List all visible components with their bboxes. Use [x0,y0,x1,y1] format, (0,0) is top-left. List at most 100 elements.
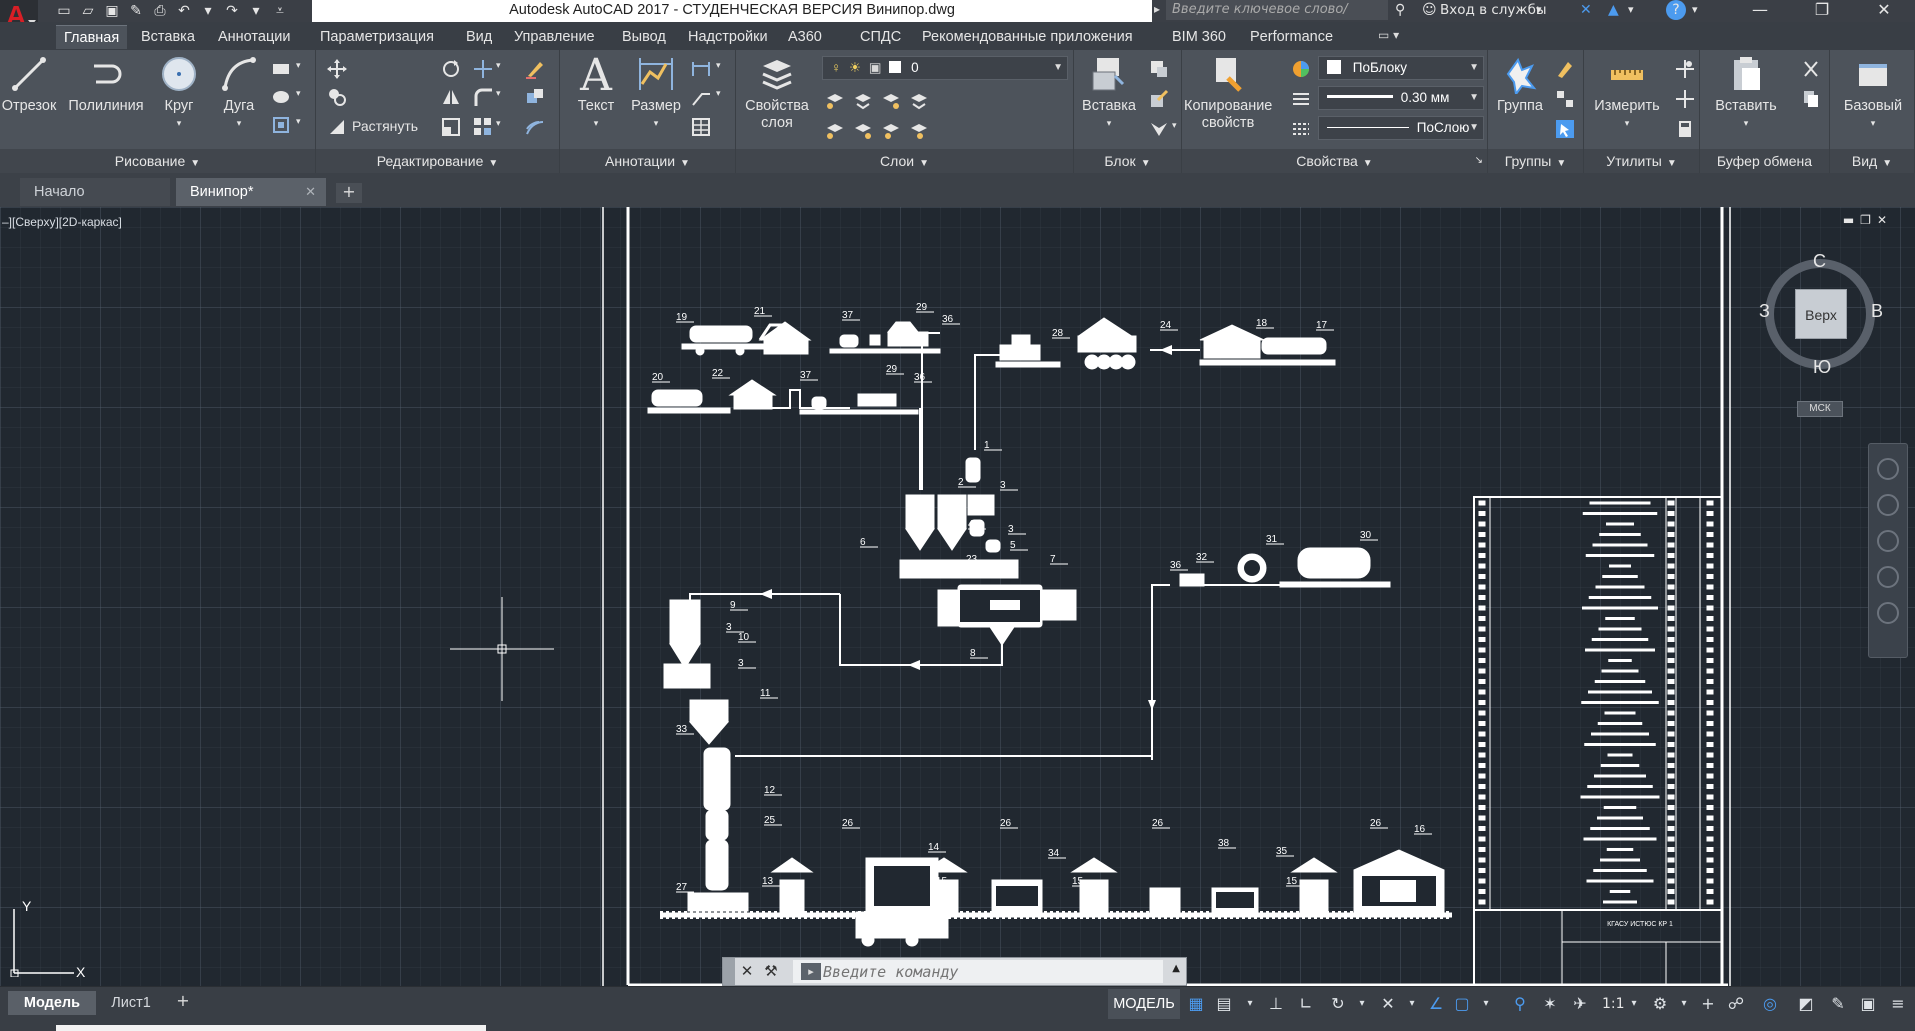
undo-dropdown-icon[interactable]: ▾ [198,1,218,21]
group-select-icon[interactable] [1554,118,1576,140]
ribbon-tab-11[interactable]: BIM 360 [1164,25,1234,49]
lineweight-toggle-icon[interactable]: ∠ [1424,993,1448,1015]
layer-freeze-icon[interactable] [852,90,874,112]
a360-icon[interactable]: ▲ [1608,0,1619,22]
measure-dropdown-icon[interactable]: ▾ [1588,115,1666,132]
viewport-restore-icon[interactable]: ❐ [1860,213,1877,227]
edit-attributes-icon[interactable] [1148,118,1170,140]
close-window-button[interactable]: ✕ [1864,0,1904,22]
fillet-icon[interactable] [472,86,494,108]
print-icon[interactable]: ⎙ [150,1,170,21]
stretch-button[interactable]: Растянуть [352,118,418,134]
viewcube-top-face[interactable]: Верх [1795,289,1847,339]
explode-icon[interactable] [524,86,546,108]
copy-clip-icon[interactable] [1800,88,1822,110]
compass-west-label[interactable]: З [1759,301,1770,322]
command-input[interactable] [793,960,1163,983]
rotate-icon[interactable] [440,58,462,80]
panel-annotation-title[interactable]: Аннотации ▼ [560,149,735,173]
properties-launcher-icon[interactable]: ↘ [1475,149,1483,173]
mirror-icon[interactable] [440,86,462,108]
polar-icon[interactable]: ↻ [1326,993,1350,1015]
move-icon[interactable] [326,58,348,80]
ribbon-tab-10[interactable]: Рекомендованные приложения [914,25,1141,49]
lineweight-icon[interactable] [1290,88,1312,110]
panel-block-title[interactable]: Блок ▼ [1074,149,1181,173]
workspace-dropdown-icon[interactable]: ▾ [1672,993,1696,1015]
open-folder-icon[interactable]: ▱ [78,1,98,21]
ribbon-tab-1[interactable]: Вставка [133,25,203,49]
ribbon-tab-7[interactable]: Надстройки [680,25,776,49]
text-dropdown-icon[interactable]: ▾ [568,115,624,132]
horizontal-scrollbar[interactable] [56,1025,486,1031]
ortho-icon[interactable]: ∟ [1294,993,1318,1015]
layer-lock2-icon[interactable] [908,90,930,112]
steering-wheel-icon[interactable] [1877,458,1899,480]
help-icon[interactable]: ? [1666,0,1686,20]
ribbon-tab-3[interactable]: Параметризация [312,25,442,49]
base-view-dropdown-icon[interactable]: ▾ [1834,115,1912,132]
linear-dim-icon[interactable] [690,58,712,80]
help-dropdown-icon[interactable]: ▾ [1692,0,1698,22]
ribbon-tab-6[interactable]: Вывод [614,25,674,49]
dimension-button[interactable]: Размер ▾ [626,54,686,132]
object-snap-dropdown-icon[interactable]: ▾ [1474,993,1498,1015]
wcs-menu-button[interactable]: МСК [1797,401,1843,417]
new-file-icon[interactable]: ▭ [54,1,74,21]
clean-screen-icon[interactable]: ▣ [1856,993,1880,1015]
panel-clipboard-title[interactable]: Буфер обмена [1700,149,1829,173]
polyline-button[interactable]: Полилиния [64,54,148,115]
viewcube[interactable]: Верх С Ю В З [1755,239,1885,377]
signin-button[interactable]: Вход в службы [1440,0,1547,22]
viewport-minimize-icon[interactable]: ▬ [1843,213,1860,227]
array-icon[interactable] [472,116,494,138]
circle-button[interactable]: Круг ▾ [156,54,202,132]
quick-properties-icon[interactable]: ◎ [1758,993,1782,1015]
edit-block-icon[interactable] [1148,88,1170,110]
compass-north-label[interactable]: С [1813,251,1826,272]
insert-block-dropdown-icon[interactable]: ▾ [1078,115,1140,132]
panel-groups-title[interactable]: Группы ▼ [1488,149,1583,173]
calculator-icon[interactable] [1674,118,1696,140]
table-icon[interactable] [690,116,712,138]
base-view-button[interactable]: Базовый ▾ [1834,54,1912,132]
ribbon-tab-12[interactable]: Performance [1242,25,1341,49]
scale-dropdown-icon[interactable]: ▾ [1622,993,1646,1015]
color-wheel-icon[interactable] [1290,58,1312,80]
object-snap-icon[interactable]: ▢ [1450,993,1474,1015]
annotation-scale-icon[interactable]: ✈ [1568,993,1592,1015]
units-icon[interactable]: ☍ [1724,993,1748,1015]
tab-start[interactable]: Начало [20,178,170,206]
compass-east-label[interactable]: В [1871,301,1883,322]
ribbon-tab-5[interactable]: Управление [506,25,603,49]
minimize-window-button[interactable]: — [1740,0,1780,22]
binoculars-icon[interactable]: ⚲ [1395,0,1405,22]
osnap-tracking-icon[interactable]: ✕ [1376,993,1400,1015]
layer-isolate-icon[interactable] [824,90,846,112]
customization-menu-icon[interactable]: ≡ [1886,993,1910,1015]
pan-icon[interactable] [1877,494,1899,516]
arc-dropdown-icon[interactable]: ▾ [214,115,264,132]
layer-match-icon[interactable] [824,120,846,142]
grid-icon[interactable]: ▦ [1184,993,1208,1015]
command-prompt-icon[interactable]: ▸ [801,963,821,980]
insert-block-button[interactable]: Вставка ▾ [1078,54,1140,132]
signin-dropdown-icon[interactable]: ▾ [1536,0,1542,22]
edit-attributes-dropdown-icon[interactable]: ▾ [1172,120,1177,131]
quick-select-icon[interactable] [1674,58,1696,80]
scale-icon[interactable] [440,116,462,138]
workspace-gear-icon[interactable]: ⚙ [1648,993,1672,1015]
layer-walk-icon[interactable] [880,120,902,142]
paste-button[interactable]: Вставить ▾ [1706,54,1786,132]
undo-icon[interactable]: ↶ [174,1,194,21]
polar-dropdown-icon[interactable]: ▾ [1350,993,1374,1015]
tab-sheet1[interactable]: Лист1 [100,991,162,1015]
color-dropdown[interactable]: ПоБлоку ▼ [1318,56,1484,80]
command-history-icon[interactable]: ▲ [1172,963,1180,974]
drawing-area[interactable]: 19 21 37 29 36 20 22 37 29 36 28 24 18 17 1 2 3 4 3 5 6 23 7 8 9… [0,207,1915,986]
user-icon[interactable]: ☺ [1422,0,1437,22]
osnap-tracking-dropdown-icon[interactable]: ▾ [1400,993,1424,1015]
zoom-icon[interactable] [1877,530,1899,552]
rectangle-icon[interactable] [270,58,292,80]
layer-properties-button[interactable]: Свойства слоя [740,54,814,132]
